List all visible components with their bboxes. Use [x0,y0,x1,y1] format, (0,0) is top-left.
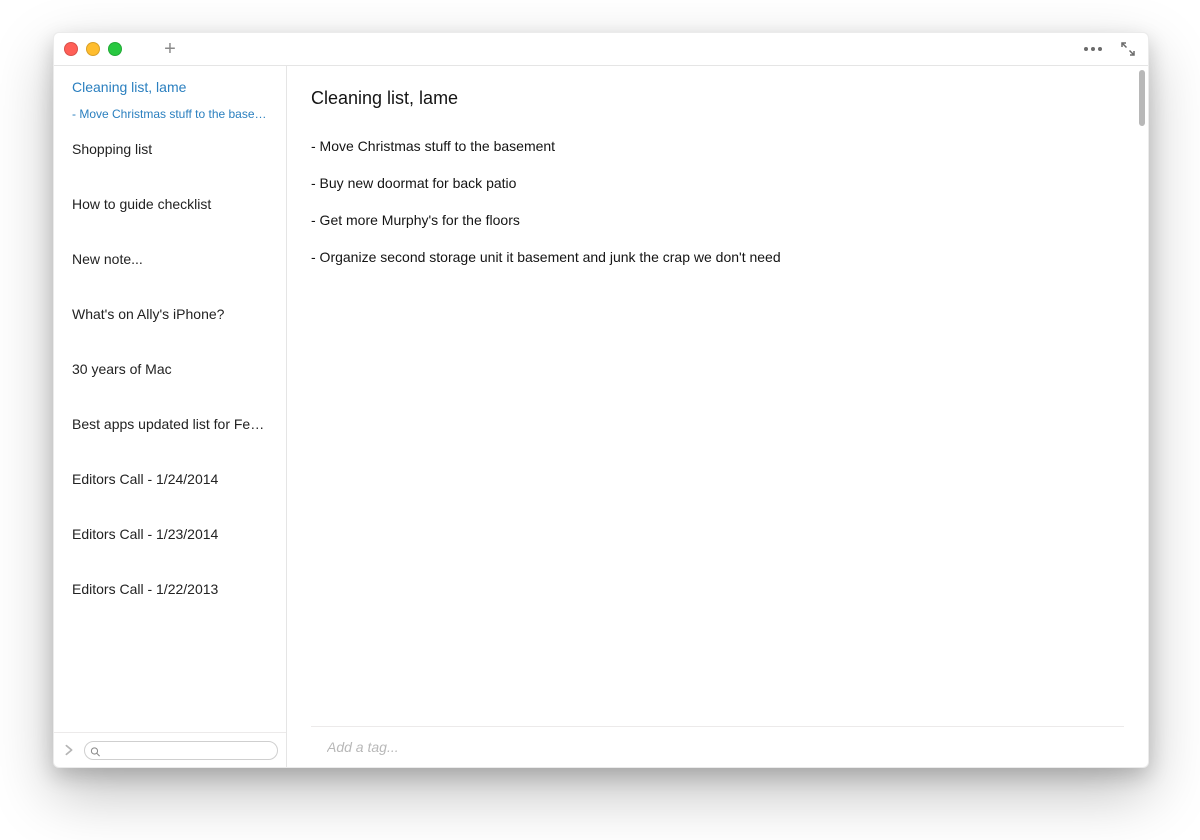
chevron-right-icon[interactable] [62,743,76,757]
note-list-item[interactable]: 30 years of Mac [54,348,286,403]
note-editor: Cleaning list, lame - Move Christmas stu… [287,66,1148,767]
note-list-item-title: Editors Call - 1/24/2014 [72,470,268,489]
note-list-item[interactable]: Editors Call - 1/24/2014 [54,458,286,513]
tag-input[interactable] [311,735,1124,759]
new-note-button[interactable]: + [159,38,181,60]
expand-icon [1120,41,1136,57]
note-list-item[interactable]: How to guide checklist [54,183,286,238]
note-line[interactable]: - Get more Murphy's for the floors [311,211,1124,230]
note-list-item[interactable]: Cleaning list, lame - Move Christmas stu… [54,66,286,128]
note-list-item-title: How to guide checklist [72,195,268,214]
note-list-item-title: New note... [72,250,268,269]
note-list-item[interactable]: Shopping list [54,128,286,183]
note-list-item[interactable]: Best apps updated list for February [54,403,286,458]
note-list-item[interactable]: What's on Ally's iPhone? [54,293,286,348]
dots-icon [1084,47,1088,51]
note-list-item-title: What's on Ally's iPhone? [72,305,268,324]
note-list-item[interactable]: New note... [54,238,286,293]
search-icon [90,745,101,756]
note-list: Cleaning list, lame - Move Christmas stu… [54,66,286,732]
more-options-button[interactable] [1080,43,1106,55]
note-list-item-title: Cleaning list, lame [72,78,268,97]
note-list-item-title: 30 years of Mac [72,360,268,379]
note-body[interactable]: Cleaning list, lame - Move Christmas stu… [287,66,1148,726]
expand-button[interactable] [1120,41,1136,57]
note-list-item[interactable]: Editors Call - 1/22/2013 [54,568,286,623]
scrollbar-thumb[interactable] [1139,70,1145,126]
note-list-item-title: Editors Call - 1/22/2013 [72,580,268,599]
note-line[interactable]: - Buy new doormat for back patio [311,174,1124,193]
search-input[interactable] [84,741,278,760]
plus-icon: + [164,39,176,59]
sidebar: Cleaning list, lame - Move Christmas stu… [54,66,287,767]
note-list-item-title: Shopping list [72,140,268,159]
note-list-item-title: Best apps updated list for February [72,415,268,434]
note-list-item-preview: - Move Christmas stuff to the basement [72,107,268,121]
note-line[interactable]: - Organize second storage unit it baseme… [311,248,1124,267]
note-list-item-title: Editors Call - 1/23/2014 [72,525,268,544]
note-line[interactable]: - Move Christmas stuff to the basement [311,137,1124,156]
tag-bar [311,726,1124,767]
sidebar-footer [54,732,286,767]
note-list-item[interactable]: Editors Call - 1/23/2014 [54,513,286,568]
note-title[interactable]: Cleaning list, lame [311,88,1124,109]
titlebar: + [54,33,1148,66]
app-window: + [53,32,1149,768]
